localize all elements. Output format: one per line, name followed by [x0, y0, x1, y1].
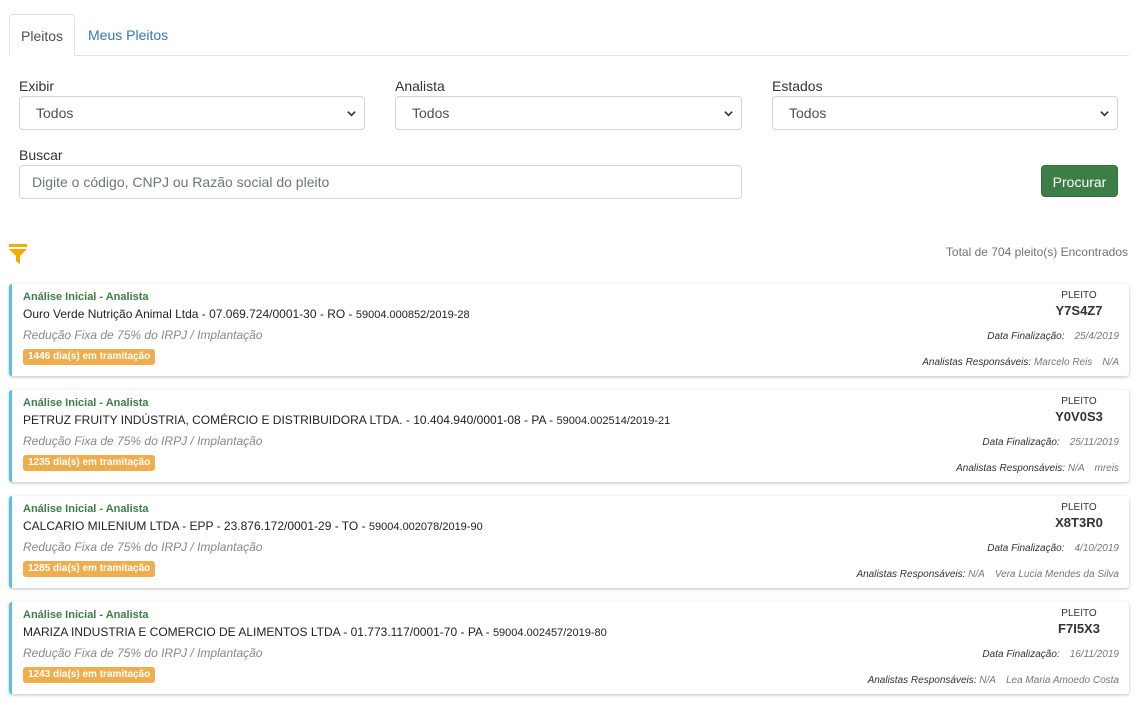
finalization-line: Data Finalização: 25/11/2019: [982, 437, 1119, 448]
card-status: Análise Inicial - Analista: [23, 397, 149, 409]
analyst-1: N/A: [979, 675, 996, 686]
finalization-line: Data Finalização: 4/10/2019: [987, 543, 1119, 554]
finalization-line: Data Finalização: 16/11/2019: [982, 649, 1119, 660]
analysts-line: Analistas Responsáveis: N/A Lea Maria Amo…: [868, 675, 1119, 686]
finalization-date: 25/11/2019: [1069, 437, 1119, 448]
analyst-2: mreis: [1094, 463, 1119, 474]
pleito-label: PLEITO: [1061, 396, 1097, 407]
analyst-1: Marcelo Reis: [1033, 357, 1093, 368]
pleito-label: PLEITO: [1061, 290, 1097, 301]
funnel-icon[interactable]: [9, 244, 27, 264]
finalization-line: Data Finalização: 25/4/2019: [987, 331, 1119, 342]
card-process-number: 59004.002514/2019-21: [556, 415, 671, 427]
card-process-number: 59004.002078/2019-90: [368, 521, 483, 533]
card-company-name: CALCARIO MILENIUM LTDA - EPP - 23.876.17…: [23, 519, 369, 533]
pleito-code: Y7S4Z7: [1055, 303, 1103, 318]
card-program: Redução Fixa de 75% do IRPJ / Implantaçã…: [23, 328, 263, 342]
analyst-1: N/A: [968, 569, 985, 580]
pleito-card[interactable]: Análise Inicial - Analista MARIZA INDUST…: [9, 602, 1129, 694]
finalization-label: Data Finalização:: [987, 331, 1065, 342]
card-company: Ouro Verde Nutrição Animal Ltda - 07.069…: [23, 307, 470, 321]
card-company: CALCARIO MILENIUM LTDA - EPP - 23.876.17…: [23, 519, 483, 533]
estados-label: Estados: [772, 78, 823, 94]
pleito-card[interactable]: Análise Inicial - Analista Ouro Verde Nu…: [9, 284, 1129, 376]
exibir-select[interactable]: Todos: [19, 96, 365, 130]
exibir-label: Exibir: [19, 78, 55, 94]
search-input[interactable]: Digite o código, CNPJ ou Razão social do…: [19, 165, 742, 199]
pleito-card[interactable]: Análise Inicial - Analista PETRUZ FRUITY…: [9, 390, 1129, 482]
card-status: Análise Inicial - Analista: [23, 291, 149, 303]
card-process-number: 59004.000852/2019-28: [355, 309, 470, 321]
days-badge: 1235 dia(s) em tramitação: [23, 455, 156, 471]
card-program: Redução Fixa de 75% do IRPJ / Implantaçã…: [23, 646, 263, 660]
chevron-down-icon: [1100, 111, 1109, 117]
analysts-label: Analistas Responsáveis:: [856, 569, 966, 580]
card-company-name: PETRUZ FRUITY INDÚSTRIA, COMÉRCIO E DIST…: [23, 413, 557, 427]
card-company: PETRUZ FRUITY INDÚSTRIA, COMÉRCIO E DIST…: [23, 413, 670, 427]
card-company-name: Ouro Verde Nutrição Animal Ltda - 07.069…: [23, 307, 356, 321]
pleito-code: Y0V0S3: [1055, 409, 1103, 424]
chevron-down-icon: [724, 111, 733, 117]
analysts-label: Analistas Responsáveis:: [956, 463, 1066, 474]
analyst-2: Vera Lucia Mendes da Silva: [994, 569, 1119, 580]
days-badge: 1285 dia(s) em tramitação: [23, 561, 156, 577]
chevron-down-icon: [347, 111, 356, 117]
pleito-code: F7I5X3: [1058, 621, 1100, 636]
card-program: Redução Fixa de 75% do IRPJ / Implantaçã…: [23, 434, 263, 448]
finalization-label: Data Finalização:: [982, 437, 1060, 448]
estados-select-value: Todos: [789, 105, 827, 121]
procurar-button[interactable]: Procurar: [1041, 165, 1118, 197]
card-process-number: 59004.002457/2019-80: [492, 627, 607, 639]
pleito-code: X8T3R0: [1055, 515, 1103, 530]
analysts-label: Analistas Responsáveis:: [922, 357, 1032, 368]
analyst-2: Lea Maria Amoedo Costa: [1005, 675, 1119, 686]
finalization-date: 16/11/2019: [1069, 649, 1119, 660]
tab-pleitos[interactable]: Pleitos: [9, 14, 75, 56]
card-company: MARIZA INDUSTRIA E COMERCIO DE ALIMENTOS…: [23, 625, 607, 639]
card-program: Redução Fixa de 75% do IRPJ / Implantaçã…: [23, 540, 263, 554]
days-badge: 1243 dia(s) em tramitação: [23, 667, 156, 683]
analyst-2: N/A: [1102, 357, 1119, 368]
tab-meus-pleitos[interactable]: Meus Pleitos: [77, 14, 179, 56]
analista-label: Analista: [395, 78, 445, 94]
finalization-date: 4/10/2019: [1074, 543, 1120, 554]
pleito-label: PLEITO: [1061, 608, 1097, 619]
total-count: Total de 704 pleito(s) Encontrados: [945, 245, 1128, 259]
exibir-select-value: Todos: [36, 105, 74, 121]
tab-bar: Pleitos Meus Pleitos: [9, 14, 1129, 56]
analyst-1: N/A: [1067, 463, 1085, 474]
days-badge: 1446 dia(s) em tramitação: [23, 349, 156, 365]
analysts-line: Analistas Responsáveis: N/A Vera Lucia Me…: [856, 569, 1119, 580]
estados-select[interactable]: Todos: [772, 96, 1118, 130]
buscar-label: Buscar: [19, 147, 63, 163]
finalization-date: 25/4/2019: [1074, 331, 1120, 342]
analysts-line: Analistas Responsáveis: Marcelo Reis N/A: [922, 357, 1119, 368]
pleito-label: PLEITO: [1061, 502, 1097, 513]
card-status: Análise Inicial - Analista: [23, 609, 149, 621]
finalization-label: Data Finalização:: [982, 649, 1060, 660]
finalization-label: Data Finalização:: [987, 543, 1065, 554]
analysts-line: Analistas Responsáveis: N/A mreis: [956, 463, 1119, 474]
card-company-name: MARIZA INDUSTRIA E COMERCIO DE ALIMENTOS…: [23, 625, 493, 639]
analista-select[interactable]: Todos: [395, 96, 742, 130]
analysts-label: Analistas Responsáveis:: [867, 675, 977, 686]
analista-select-value: Todos: [412, 105, 450, 121]
pleito-card[interactable]: Análise Inicial - Analista CALCARIO MILE…: [9, 496, 1129, 588]
card-status: Análise Inicial - Analista: [23, 503, 149, 515]
